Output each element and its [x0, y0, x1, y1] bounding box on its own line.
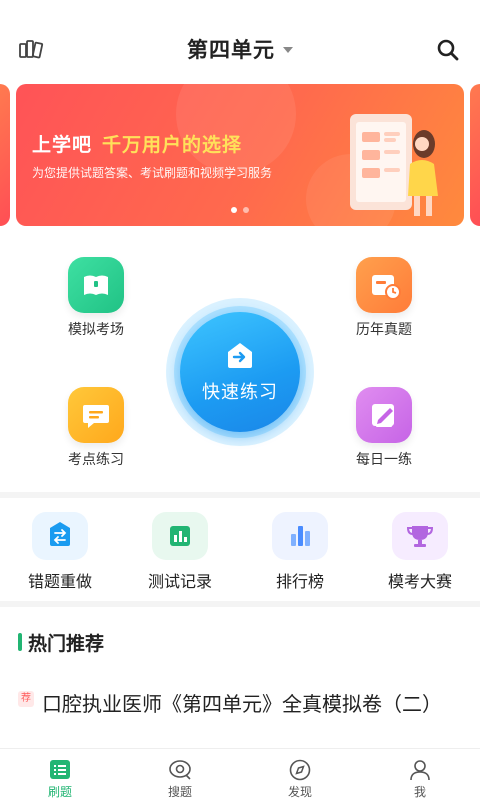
tab-label: 发现 — [287, 785, 312, 799]
promo-banner[interactable]: 上学吧 千万用户的选择 为您提供试题答案、考试刷题和视频学习服务 — [16, 84, 464, 226]
tab-label: 我 — [413, 785, 426, 799]
arrow-box-icon — [228, 343, 252, 368]
tool-label: 测试记录 — [147, 572, 212, 591]
tab-label: 刷题 — [47, 785, 72, 799]
hot-section-title: 热门推荐 — [28, 633, 105, 655]
ranking-icon — [272, 512, 328, 560]
daily-practice-button[interactable]: 每日一练 — [324, 387, 444, 469]
indicator-dot — [243, 207, 249, 213]
book-icon — [68, 257, 124, 313]
tab-discover[interactable]: 发现 — [260, 759, 340, 800]
swap-icon — [32, 512, 88, 560]
banner-next-peek — [470, 84, 480, 226]
recommend-tag: 荐 — [18, 691, 34, 707]
banner-subtitle: 为您提供试题答案、考试刷题和视频学习服务 — [32, 166, 273, 180]
compass-icon — [288, 759, 312, 781]
feature-label: 考点练习 — [68, 452, 124, 468]
chevron-down-icon — [283, 46, 293, 53]
quick-practice-button[interactable]: 快速练习 — [166, 298, 314, 446]
indicator-dot-active — [231, 207, 237, 213]
tab-search[interactable]: 搜题 — [140, 759, 220, 800]
tool-label: 排行榜 — [275, 572, 324, 591]
list-icon — [48, 759, 72, 781]
calendar-clock-icon — [356, 257, 412, 313]
section-accent-bar — [18, 633, 22, 651]
header: 第四单元 — [0, 0, 480, 80]
trophy-icon — [392, 512, 448, 560]
feature-label: 历年真题 — [356, 322, 412, 338]
mock-contest-button[interactable]: 模考大赛 — [370, 512, 470, 592]
banner-indicator — [16, 198, 464, 217]
page-title: 第四单元 — [187, 38, 275, 62]
bar-chart-icon — [152, 512, 208, 560]
topic-practice-button[interactable]: 考点练习 — [36, 387, 156, 469]
recommended-item-title[interactable]: 口腔执业医师《第四单元》全真模拟卷（二） — [18, 686, 468, 722]
tab-me[interactable]: 我 — [380, 759, 460, 800]
section-divider — [0, 492, 480, 498]
tab-practice[interactable]: 刷题 — [20, 759, 100, 800]
section-divider — [0, 601, 480, 607]
user-icon — [408, 759, 432, 781]
feature-label: 每日一练 — [356, 452, 412, 468]
quick-practice-label: 快速练习 — [202, 382, 278, 403]
search-eye-icon — [168, 759, 192, 781]
tool-label: 模考大赛 — [387, 572, 452, 591]
edit-icon — [356, 387, 412, 443]
banner-title: 上学吧 千万用户的选择 — [32, 134, 243, 156]
message-icon — [68, 387, 124, 443]
bottom-tab-bar: 刷题 搜题 发现 我 — [0, 748, 480, 800]
ranking-button[interactable]: 排行榜 — [250, 512, 350, 592]
test-records-button[interactable]: 测试记录 — [130, 512, 230, 592]
redo-wrong-button[interactable]: 错题重做 — [10, 512, 110, 592]
feature-label: 模拟考场 — [68, 322, 124, 338]
tool-label: 错题重做 — [27, 572, 92, 591]
unit-selector[interactable]: 第四单元 — [0, 34, 480, 64]
mock-exam-button[interactable]: 模拟考场 — [36, 257, 156, 339]
tab-label: 搜题 — [167, 785, 192, 799]
search-icon[interactable] — [436, 38, 460, 62]
banner-prev-peek — [0, 84, 10, 226]
past-exams-button[interactable]: 历年真题 — [324, 257, 444, 339]
